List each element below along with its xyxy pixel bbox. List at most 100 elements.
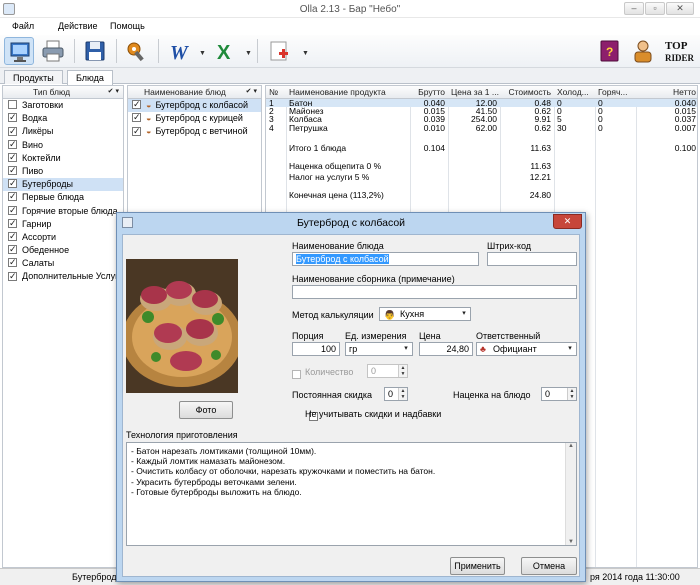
responsible-select[interactable]: ♣ Официант ▾ <box>476 342 577 356</box>
unit-select[interactable]: гр ▾ <box>345 342 413 356</box>
toolbar-separator <box>74 39 75 63</box>
category-checkbox[interactable]: ✓ <box>8 245 17 255</box>
category-item[interactable]: ✓ Салаты <box>3 257 123 270</box>
menu-help[interactable]: Помощь <box>110 21 145 31</box>
word-dropdown-arrow[interactable]: ▼ <box>199 50 206 57</box>
sandwich-photo-icon <box>126 259 238 393</box>
category-item[interactable]: ✓ Ликёры <box>3 125 123 138</box>
quantity-checkbox[interactable] <box>292 370 301 380</box>
category-item[interactable]: ✓ Горячие вторые блюда <box>3 205 123 218</box>
category-item[interactable]: ✓ Бутерброды <box>3 178 123 192</box>
photo-button[interactable]: Фото <box>179 401 233 419</box>
dish-checkbox[interactable]: ✓ <box>132 126 141 136</box>
top-rider-logo: TOP RIDER <box>664 37 695 65</box>
dish-item[interactable]: ✓ ◒ Бутерброд с курицей <box>128 112 261 125</box>
discount-spinner[interactable]: ▲ ▼ <box>398 388 407 400</box>
chevron-down-icon: ▾ <box>462 310 466 317</box>
category-checkbox[interactable]: ✓ <box>8 192 17 202</box>
dish-header-label: Наименование блюд <box>144 87 226 97</box>
category-item[interactable]: ✓ Пиво <box>3 165 123 178</box>
word-export-button[interactable]: W <box>166 37 196 65</box>
add-button[interactable] <box>264 37 294 65</box>
category-checkbox[interactable]: ✓ <box>8 179 17 189</box>
cancel-button[interactable]: Отмена <box>521 557 577 575</box>
category-checkbox[interactable]: ✓ <box>8 113 17 123</box>
category-item[interactable]: ✓ Дополнительные Услуги <box>3 270 123 283</box>
monitor-button[interactable] <box>4 37 34 65</box>
dish-checkbox[interactable]: ✓ <box>132 113 141 123</box>
markup-spinner[interactable]: ▲ ▼ <box>567 388 576 400</box>
apply-button[interactable]: Применить <box>450 557 505 575</box>
user-button[interactable] <box>628 37 658 65</box>
monitor-icon <box>10 42 30 62</box>
markup-field[interactable]: 0 ▲ ▼ <box>541 387 577 401</box>
category-label: Обеденное <box>22 245 70 256</box>
portion-field[interactable]: 100 <box>292 342 340 356</box>
tech-scrollbar[interactable]: ▲ ▼ <box>565 443 576 545</box>
category-checkbox[interactable]: ✓ <box>8 139 17 149</box>
dish-checkbox[interactable]: ✓ <box>132 100 141 110</box>
help-book-button[interactable]: ? <box>594 37 624 65</box>
discount-field[interactable]: 0 ▲ ▼ <box>384 387 408 401</box>
printer-icon <box>42 40 64 62</box>
discount-value: 0 <box>388 389 394 399</box>
save-button[interactable] <box>80 37 110 65</box>
tab-dishes[interactable]: Блюда <box>67 70 113 85</box>
status-right: ря 2014 года 11:30:00 <box>590 572 680 582</box>
excel-icon: X <box>217 42 231 64</box>
dialog-body: Фото Наименование блюда Бутерброд с колб… <box>122 234 580 577</box>
category-item[interactable]: ✓ Ассорти <box>3 231 123 244</box>
category-checkbox[interactable]: ✓ <box>8 271 17 281</box>
dish-item[interactable]: ✓ ◒ Бутерброд с колбасой <box>128 99 261 113</box>
collection-field[interactable] <box>292 285 577 299</box>
category-item[interactable]: ✓ Первые блюда <box>3 191 123 204</box>
tech-textarea[interactable]: - Батон нарезать ломтиками (толщиной 10м… <box>126 442 577 546</box>
title-bar: Olla 2.13 - Бар "Небо" – ▫ ✕ <box>0 0 700 18</box>
quantity-spinner[interactable]: ▲ ▼ <box>398 365 407 377</box>
category-label: Ассорти <box>22 231 57 242</box>
filter-icon[interactable]: ✔ ▾ <box>108 86 119 98</box>
calc-method-select[interactable]: 👨 Кухня ▾ <box>379 307 471 321</box>
tab-products[interactable]: Продукты <box>4 70 63 84</box>
book-icon: ? <box>600 40 619 62</box>
excel-export-button[interactable]: X <box>212 37 242 65</box>
window-title: Olla 2.13 - Бар "Небо" <box>299 4 401 15</box>
category-pane: Тип блюд ✔ ▾ Заготовки ✓ Водка ✓ Ликёры ✓ Вино… <box>2 85 124 568</box>
dialog-close-button[interactable]: ✕ <box>553 214 582 229</box>
menu-action[interactable]: Действие <box>58 21 98 31</box>
scroll-up-icon[interactable]: ▲ <box>566 443 576 449</box>
maximize-button[interactable]: ▫ <box>645 2 665 15</box>
excel-dropdown-arrow[interactable]: ▼ <box>245 50 252 57</box>
dish-name-field[interactable]: Бутерброд с колбасой <box>292 252 479 266</box>
category-checkbox[interactable]: ✓ <box>8 152 17 162</box>
settings-button[interactable] <box>122 37 152 65</box>
scroll-down-icon[interactable]: ▼ <box>566 539 576 545</box>
category-checkbox[interactable] <box>8 100 17 110</box>
close-button[interactable]: ✕ <box>666 2 694 15</box>
dish-item[interactable]: ✓ ◒ Бутерброд с ветчиной <box>128 125 261 138</box>
category-checkbox[interactable]: ✓ <box>8 205 17 215</box>
filter-icon[interactable]: ✔ ▾ <box>246 86 257 98</box>
add-dropdown-arrow[interactable]: ▼ <box>302 50 309 57</box>
quantity-field[interactable]: 0 ▲ ▼ <box>367 364 408 378</box>
category-checkbox[interactable]: ✓ <box>8 166 17 176</box>
grid-cell: 0 <box>598 122 603 133</box>
category-item[interactable]: ✓ Обеденное <box>3 244 123 257</box>
barcode-field[interactable] <box>487 252 577 266</box>
menu-file[interactable]: Файл <box>12 21 34 31</box>
category-checkbox[interactable]: ✓ <box>8 258 17 268</box>
category-item[interactable]: ✓ Водка <box>3 112 123 125</box>
grid-cell: 0.104 <box>423 142 445 153</box>
minimize-button[interactable]: – <box>624 2 644 15</box>
chef-icon: 👨 <box>384 310 396 320</box>
category-checkbox[interactable]: ✓ <box>8 218 17 228</box>
category-checkbox[interactable]: ✓ <box>8 232 17 241</box>
category-label: Гарнир <box>22 218 52 229</box>
category-item[interactable]: ✓ Гарнир <box>3 218 123 231</box>
category-item[interactable]: ✓ Коктейли <box>3 152 123 165</box>
category-checkbox[interactable]: ✓ <box>8 126 17 136</box>
category-item[interactable]: ✓ Вино <box>3 139 123 152</box>
price-field[interactable]: 24,80 <box>419 342 473 356</box>
print-button[interactable] <box>38 37 68 65</box>
category-item[interactable]: Заготовки <box>3 99 123 112</box>
